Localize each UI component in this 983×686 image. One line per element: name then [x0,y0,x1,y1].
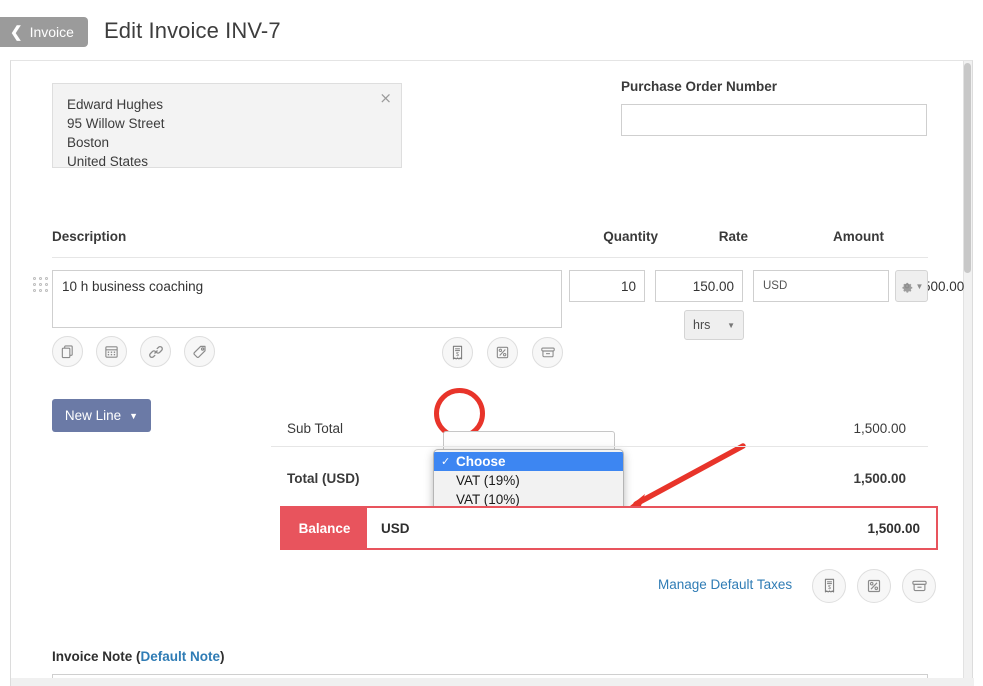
percent-icon [496,346,509,359]
svg-text:$: $ [456,351,459,357]
default-discount-button[interactable] [857,569,891,603]
line-quantity-input[interactable] [569,270,645,302]
balance-value: 1,500.00 [867,520,920,536]
percent-icon [867,579,881,593]
default-archive-button[interactable] [902,569,936,603]
line-unit-label: hrs [693,318,711,332]
line-amount-input[interactable] [787,278,974,294]
subtotal-label: Sub Total [287,421,344,436]
drag-handle-icon[interactable] [33,277,49,294]
line-description-input[interactable]: 10 h business coaching [52,270,562,328]
total-value: 1,500.00 [853,471,906,486]
invoice-note-prefix: Invoice Note ( [52,649,141,664]
tag-line-button[interactable] [184,336,215,367]
subtotal-divider [271,446,928,447]
invoice-editor-page: ❮ Invoice Edit Invoice INV-7 Edward Hugh… [0,0,983,686]
default-note-link[interactable]: Default Note [141,649,221,664]
balance-bar: Balance USD 1,500.00 [280,506,938,550]
line-amount-field[interactable]: USD [753,270,974,302]
dropdown-option-vat19[interactable]: VAT (19%) [434,471,623,490]
chevron-down-icon: ▼ [915,281,924,291]
balance-currency: USD [381,520,410,536]
tag-icon [192,345,206,358]
back-button-label: Invoice [29,24,74,40]
line-archive-button[interactable] [532,337,563,368]
default-tax-button[interactable]: $ [812,569,846,603]
line-amount-currency: USD [763,280,788,292]
calendar-icon [105,346,118,358]
line-rate-input[interactable] [655,270,743,302]
dropdown-option-label: VAT (19%) [456,473,520,488]
column-header-rate: Rate [718,229,748,244]
chevron-left-icon: ❮ [10,23,23,41]
customer-address-box[interactable]: Edward Hughes 95 Willow Street Boston Un… [52,83,402,169]
back-to-invoice-button[interactable]: ❮ Invoice [0,17,88,47]
bottom-strip [11,678,974,686]
items-table-header: Description Quantity Rate Amount [52,229,928,255]
customer-name: Edward Hughes [67,97,164,112]
link-icon [148,345,163,358]
receipt-tax-icon: $ [824,578,834,593]
purchase-order-label: Purchase Order Number [621,79,778,94]
line-unit-select[interactable]: hrs ▼ [684,310,744,340]
archive-icon [911,580,927,592]
close-icon[interactable]: × [379,91,392,106]
receipt-tax-icon: $ [452,345,463,359]
chevron-down-icon: ▼ [129,410,139,421]
line-tax-button[interactable]: $ [442,337,473,368]
dropdown-option-label: Choose [456,454,506,469]
link-line-button[interactable] [140,336,171,367]
customer-city: Boston [67,135,110,150]
svg-text:$: $ [828,585,831,591]
purchase-order-input[interactable] [621,104,927,136]
subtotal-value: 1,500.00 [853,421,906,436]
chevron-down-icon: ▼ [727,320,735,330]
table-header-divider [52,257,928,258]
dropdown-option-choose[interactable]: ✓ Choose [434,452,623,471]
copy-icon [61,345,73,359]
manage-default-taxes-link[interactable]: Manage Default Taxes [658,577,792,592]
column-header-description: Description [52,229,127,244]
customer-street: 95 Willow Street [67,116,165,131]
customer-country: United States [67,154,149,169]
archive-icon [540,347,555,358]
line-discount-button[interactable] [487,337,518,368]
column-header-quantity: Quantity [603,229,658,244]
new-line-label: New Line [64,408,122,423]
invoice-note-label: Invoice Note (Default Note) [52,649,225,664]
check-icon: ✓ [441,455,451,468]
page-header: ❮ Invoice Edit Invoice INV-7 [0,0,983,60]
vertical-scrollbar[interactable] [963,61,972,686]
dropdown-option-label: VAT (10%) [456,492,520,507]
column-header-amount: Amount [833,229,884,244]
balance-label: Balance [282,508,367,548]
duplicate-line-button[interactable] [52,336,83,367]
total-label: Total (USD) [287,471,360,486]
invoice-note-suffix: ) [220,649,225,664]
page-title: Edit Invoice INV-7 [104,18,281,43]
invoice-content-panel: Edward Hughes 95 Willow Street Boston Un… [10,60,974,686]
line-settings-button[interactable]: ▼ [895,270,928,302]
gear-icon [901,282,912,293]
scrollbar-thumb[interactable] [964,63,971,273]
date-line-button[interactable] [96,336,127,367]
new-line-button[interactable]: New Line ▼ [52,399,151,432]
